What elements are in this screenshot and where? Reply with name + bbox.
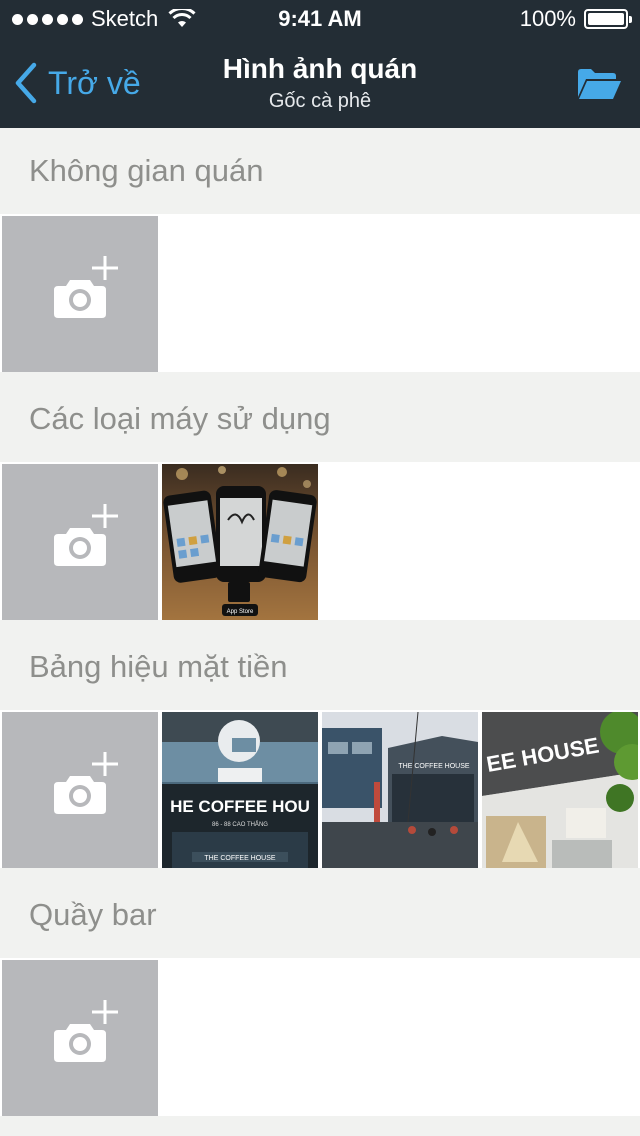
section-title: Bảng hiệu mặt tiền [0,624,640,710]
camera-plus-icon [54,752,118,814]
section-title: Các loại máy sử dụng [0,376,640,462]
section-title: Quầy bar [0,872,640,958]
add-photo-button[interactable] [2,216,158,372]
section-cac-loai-may: Các loại máy sử dụng [0,376,640,462]
photo-thumbnail-phones[interactable]: App Store [162,464,318,620]
phones-photo: App Store [162,464,318,620]
page-title-group: Hình ảnh quán Gốc cà phê [0,52,640,114]
section-quay-bar: Quầy bar [0,872,640,958]
battery-indicator: 100% [519,6,632,32]
photo-row-khong-gian-quan [0,214,640,372]
add-photo-button[interactable] [2,712,158,868]
add-photo-button[interactable] [2,464,158,620]
street-sign: THE COFFEE HOUSE [398,763,470,770]
status-bar: Sketch 9:41 AM 100% [0,0,640,40]
storefront-address: 86 - 88 CAO THẮNG [212,820,268,828]
photo-row-bang-hieu: HE COFFEE HOU 86 - 88 CAO THẮNG THE COFF… [0,710,640,868]
camera-plus-icon [54,1000,118,1062]
photo-row-quay-bar [0,958,640,1116]
folder-button[interactable] [576,66,622,102]
storefront-sign: HE COFFEE HOU [170,797,310,816]
nav-bar: Trở về Hình ảnh quán Gốc cà phê [0,40,640,128]
coffee-house-facade-photo: EE HOUSE [482,712,638,868]
storefront-lower-sign: THE COFFEE HOUSE [204,855,276,862]
section-title: Không gian quán [0,128,640,214]
battery-icon [584,9,632,29]
photo-row-cac-loai-may: App Store [0,462,640,620]
coffee-house-street-photo: THE COFFEE HOUSE [322,712,478,868]
battery-percent: 100% [519,6,576,31]
folder-open-icon [578,69,621,99]
page-subtitle: Gốc cà phê [268,90,372,112]
section-khong-gian-quan: Không gian quán [0,128,640,214]
navigation-header: Sketch 9:41 AM 100% Trở về Hình ảnh quán… [0,0,640,128]
coffee-house-storefront-photo: HE COFFEE HOU 86 - 88 CAO THẮNG THE COFF… [162,712,318,868]
photo-thumbnail-coffee-house-3[interactable]: EE HOUSE [482,712,638,868]
page-title: Hình ảnh quán [222,53,418,84]
photo-thumbnail-coffee-house-2[interactable]: THE COFFEE HOUSE [322,712,478,868]
camera-plus-icon [54,256,118,318]
photo-thumbnail-coffee-house-1[interactable]: HE COFFEE HOU 86 - 88 CAO THẮNG THE COFF… [162,712,318,868]
app-store-badge-text: App Store [227,609,254,615]
section-bang-hieu: Bảng hiệu mặt tiền [0,624,640,710]
camera-plus-icon [54,504,118,566]
add-photo-button[interactable] [2,960,158,1116]
